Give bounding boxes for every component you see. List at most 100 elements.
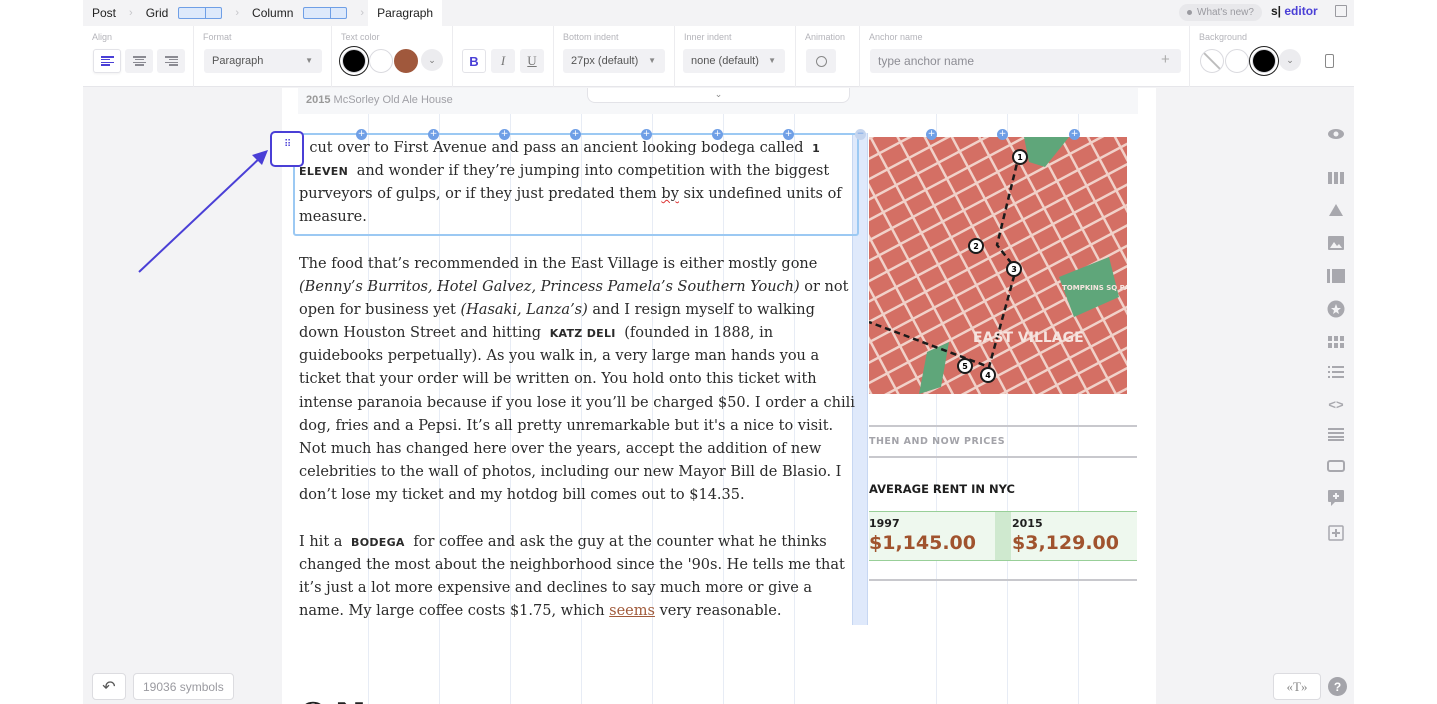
bottom-indent-label: Bottom indent [563, 32, 619, 42]
italic-button[interactable]: I [491, 49, 515, 73]
text-color-brown[interactable] [394, 49, 418, 73]
breadcrumb-grid-label: Grid [145, 6, 169, 20]
typography-button[interactable]: «T» [1273, 673, 1321, 700]
format-group: Format Paragraph ▼ [194, 26, 332, 87]
inline-link[interactable]: seems [609, 603, 655, 619]
import-icon[interactable] [1326, 523, 1346, 543]
add-block-icon[interactable]: + [926, 129, 937, 140]
selection-outline [293, 133, 859, 236]
chevron-down-icon: ▼ [768, 56, 776, 65]
bold-button[interactable]: B [462, 49, 486, 73]
eye-icon[interactable] [1326, 124, 1346, 144]
underline-button[interactable]: U [520, 49, 544, 73]
breadcrumb-post[interactable]: Post [83, 0, 125, 26]
brand-logo: s| editor [1271, 4, 1318, 18]
drag-handle-icon: ⠿ [284, 139, 293, 150]
add-block-icon[interactable]: + [1069, 129, 1080, 140]
shapes-icon[interactable] [1326, 200, 1346, 220]
paragraph-text: The food that’s recommended in the East … [299, 256, 818, 272]
list-icon[interactable] [1326, 362, 1346, 382]
grid-icon[interactable] [1326, 332, 1346, 352]
paragraph-2[interactable]: The food that’s recommended in the East … [299, 253, 855, 507]
add-block-icon[interactable]: + [641, 129, 652, 140]
format-select[interactable]: Paragraph ▼ [204, 49, 322, 73]
gallery-icon[interactable] [1326, 266, 1346, 286]
more-backgrounds-button[interactable]: ⌄ [1279, 49, 1301, 71]
help-button[interactable]: ? [1328, 677, 1347, 696]
add-block-icon[interactable]: + [570, 129, 581, 140]
chevron-down-icon: ⌄ [1286, 54, 1294, 65]
map-marker-label: 4 [985, 371, 991, 380]
inner-indent-label: Inner indent [684, 32, 732, 42]
breadcrumb-column[interactable]: Column [243, 0, 356, 26]
paragraph-3[interactable]: I hit a BODEGA for coffee and ask the gu… [299, 531, 855, 623]
map-marker-label: 3 [1011, 265, 1017, 274]
add-block-icon[interactable]: + [499, 129, 510, 140]
background-black[interactable] [1252, 49, 1276, 73]
background-white[interactable] [1225, 49, 1249, 73]
mobile-preview-icon[interactable] [1325, 54, 1334, 68]
chevron-down-icon: ⌄ [428, 54, 436, 65]
map-marker-label: 5 [962, 362, 968, 371]
symbol-count: 19036 symbols [133, 673, 234, 700]
align-group: Align [83, 26, 194, 87]
whats-new-label: What's new? [1197, 7, 1254, 18]
text-color-label: Text color [341, 32, 380, 42]
chevron-right-icon: › [129, 7, 133, 19]
brand-name: editor [1284, 4, 1318, 18]
collapse-block-button[interactable]: ⌄ [587, 88, 850, 103]
map-area-label: EAST VILLAGE [973, 330, 1084, 346]
text-color-black[interactable] [342, 49, 366, 73]
text-style-group: B I U [453, 26, 554, 87]
columns-icon[interactable] [1326, 168, 1346, 188]
inner-indent-select[interactable]: none (default) ▼ [683, 49, 785, 73]
align-right-button[interactable] [157, 49, 185, 73]
whats-new-button[interactable]: What's new? [1179, 4, 1262, 21]
text-color-group: Text color ⌄ [332, 26, 453, 87]
drag-handle[interactable]: ⠿ [270, 131, 304, 167]
text-block-icon[interactable] [1326, 424, 1346, 444]
add-block-icon[interactable]: + [712, 129, 723, 140]
help-icon: ? [1333, 679, 1342, 694]
anchor-label: Anchor name [869, 32, 923, 42]
dot-icon [1187, 10, 1192, 15]
breadcrumb-paragraph[interactable]: Paragraph [368, 0, 443, 26]
background-none[interactable] [1200, 49, 1224, 73]
bottom-indent-select[interactable]: 27px (default) ▼ [563, 49, 665, 73]
align-left-button[interactable] [93, 49, 121, 73]
add-block-icon[interactable]: + [997, 129, 1008, 140]
star-icon[interactable] [1326, 299, 1346, 319]
typography-button-label: «T» [1286, 678, 1308, 694]
column-gutter [995, 512, 1011, 560]
brand-prefix: s| [1271, 4, 1282, 18]
paragraph-text: I hit a [299, 534, 343, 550]
comment-add-icon[interactable] [1326, 488, 1346, 508]
sidebar-kicker: THEN AND NOW PRICES [869, 436, 1006, 447]
anchor-name-input[interactable] [870, 49, 1181, 73]
image-icon[interactable] [1326, 233, 1346, 253]
add-block-icon[interactable]: + [428, 129, 439, 140]
code-icon[interactable]: <> [1326, 394, 1346, 414]
column-layout-icon [303, 7, 348, 19]
divider [869, 456, 1137, 458]
plus-icon[interactable]: + [1161, 52, 1170, 68]
symbol-count-label: 19036 symbols [143, 679, 224, 694]
remove-block-icon[interactable]: − [855, 129, 866, 140]
format-toolbar: Align Format Paragraph ▼ Text color ⌄ B I… [83, 26, 1354, 87]
add-block-icon[interactable]: + [356, 129, 367, 140]
inner-indent-group: Inner indent none (default) ▼ [675, 26, 796, 87]
more-colors-button[interactable]: ⌄ [421, 49, 443, 71]
animation-button[interactable] [806, 49, 836, 73]
rent-amount: $3,129.00 [1012, 532, 1119, 554]
breadcrumb-grid[interactable]: Grid [137, 0, 232, 26]
background-group: Background ⌄ [1190, 26, 1304, 87]
undo-button[interactable]: ↶ [92, 673, 126, 700]
divider [869, 579, 1137, 581]
fullscreen-icon[interactable] [1335, 5, 1347, 17]
rent-year: 1997 [869, 517, 900, 530]
button-block-icon[interactable] [1326, 456, 1346, 476]
sidebar-title: AVERAGE RENT IN NYC [869, 482, 1016, 496]
text-color-white[interactable] [369, 49, 393, 73]
align-center-button[interactable] [125, 49, 153, 73]
add-block-icon[interactable]: + [783, 129, 794, 140]
